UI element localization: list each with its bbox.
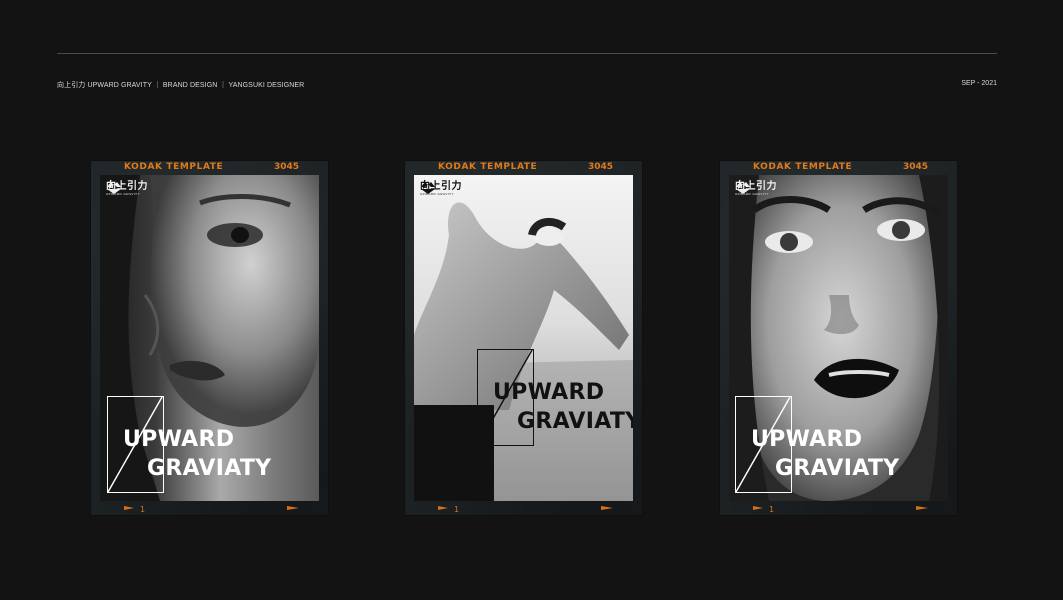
poster-title-line2: GRAVIATY [147,456,272,481]
poster-title-line1: UPWARD [751,427,863,452]
film-arrow-left-icon [124,506,134,510]
header-credits: 向上引力 UPWARD GRAVITY ｜ BRAND DESIGN ｜ YAN… [57,82,305,89]
brand-logo-icon [107,182,121,194]
film-frame-1[interactable]: KODAK TEMPLATE 3045 向上引力 UPWARD GRAVITY … [90,160,329,516]
poster-photo-2: 向上引力 UPWARD GRAVITY UPWARD GRAVIATY [414,175,633,501]
header-divider [57,53,997,54]
film-frame-number: 3045 [273,162,299,172]
film-frame-number: 3045 [587,162,613,172]
poster-title-line2: GRAVIATY [775,456,900,481]
brand-logo: 向上引力 UPWARD GRAVITY [735,181,777,196]
film-brand-label: KODAK TEMPLATE [124,162,224,172]
film-arrow-right-icon [601,506,613,510]
film-arrow-right-icon [916,506,928,510]
film-footer-number: 1 [140,505,146,514]
film-brand-label: KODAK TEMPLATE [438,162,538,172]
poster-photo-1: 向上引力 UPWARD GRAVITY UPWARD GRAVIATY [100,175,319,501]
poster-title-line1: UPWARD [493,380,605,405]
figure-image [414,175,633,501]
brand-logo: 向上引力 UPWARD GRAVITY [106,181,148,196]
film-arrow-left-icon [438,506,448,510]
film-brand-label: KODAK TEMPLATE [753,162,853,172]
brand-logo: 向上引力 UPWARD GRAVITY [420,181,462,196]
film-arrow-left-icon [753,506,763,510]
header-date: SEP - 2021 [961,80,997,87]
poster-title-line2: GRAVIATY [517,409,633,434]
poster-title-line1: UPWARD [123,427,235,452]
film-frame-2[interactable]: KODAK TEMPLATE 3045 向上引力 UPWARD GRAVITY … [404,160,643,516]
film-frame-3[interactable]: KODAK TEMPLATE 3045 向上引力 UPWARD GRAVITY … [719,160,958,516]
film-footer-number: 1 [454,505,460,514]
film-footer-number: 1 [769,505,775,514]
brand-logo-icon [421,182,435,194]
film-arrow-right-icon [287,506,299,510]
brand-logo-icon [736,182,750,194]
poster-photo-3: 向上引力 UPWARD GRAVITY UPWARD GRAVIATY [729,175,948,501]
film-frame-number: 3045 [902,162,928,172]
